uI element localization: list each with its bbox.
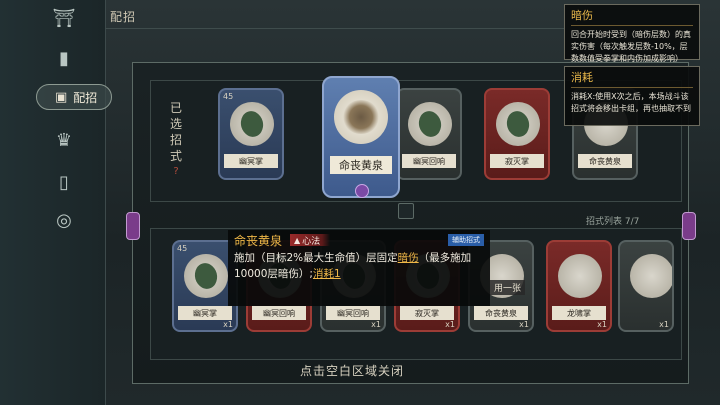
- card-art: [184, 254, 228, 298]
- panel-handle[interactable]: [398, 203, 414, 219]
- chrysanthemum-icon: [342, 100, 380, 134]
- page-title: 配招: [110, 10, 137, 24]
- list-card[interactable]: x1: [618, 240, 674, 332]
- card-art: [230, 102, 274, 146]
- helper-badge: 辅助招式: [448, 234, 484, 246]
- card-name: 命丧黄泉: [474, 306, 528, 320]
- selected-label-char: 式: [169, 149, 182, 163]
- selected-label-char: 已: [169, 101, 182, 115]
- flame-icon: ▲: [294, 235, 301, 245]
- temple-icon[interactable]: ⛩: [52, 6, 76, 30]
- tooltip-body: 回合开始时受到（暗伤层数）的真实伤害（每次触发层数-10%，层数数值受拳掌和内伤…: [571, 30, 691, 63]
- selected-label: 已 选 招 式 ?: [166, 100, 186, 180]
- card-art: [408, 102, 452, 146]
- alert-icon: ?: [173, 166, 179, 177]
- skill-type-badge: ▲ 心法: [290, 234, 331, 247]
- card-name: 幽冥掌: [224, 154, 278, 168]
- selected-label-char: 选: [169, 117, 182, 131]
- card-name: 寂灭掌: [400, 306, 454, 320]
- card-list-count: 招式列表 7/7: [586, 217, 640, 227]
- featured-card[interactable]: 命丧黄泉: [322, 76, 400, 198]
- selected-card[interactable]: 幽冥回响: [396, 88, 462, 180]
- card-name: 寂灭掌: [490, 154, 544, 168]
- gem-icon: [355, 184, 369, 198]
- card-qty: x1: [659, 320, 669, 329]
- card-name: 幽冥掌: [178, 306, 232, 320]
- panel-right-knob: [682, 212, 696, 240]
- card-art: [496, 102, 540, 146]
- close-hint[interactable]: 点击空白区域关闭: [300, 362, 404, 379]
- selected-card[interactable]: 45 幽冥掌: [218, 88, 284, 180]
- skill-name: 命丧黄泉: [234, 234, 283, 248]
- selected-label-char: 招: [169, 133, 182, 147]
- sidebar: ⛩ ▮ ▣ 配招 ♛ ▯ ◎: [0, 0, 112, 405]
- tooltip-consume: 消耗 消耗X:使用X次之后，本场战斗该招式将会移出卡组，再也抽取不到: [564, 66, 700, 126]
- sidebar-item-label: 配招: [73, 90, 98, 105]
- use-once-label[interactable]: 用一张: [490, 280, 526, 295]
- card-name: 命丧黄泉: [578, 154, 632, 168]
- card-qty: x1: [223, 320, 233, 329]
- desc-text: 施加（目标2%最大生命值）层固定: [234, 252, 398, 264]
- coin-icon[interactable]: ◎: [52, 208, 76, 232]
- tooltip-title: 消耗: [571, 69, 693, 88]
- list-card[interactable]: 龙啸掌 x1: [546, 240, 612, 332]
- skill-type-label: 心法: [302, 236, 321, 247]
- card-cost: 45: [177, 244, 188, 253]
- card-icon[interactable]: ▮: [52, 46, 76, 70]
- card-name: 幽冥回响: [252, 306, 306, 320]
- keyword-link[interactable]: 暗伤: [398, 252, 419, 264]
- mask-icon[interactable]: ♛: [52, 128, 76, 152]
- scroll-icon[interactable]: ▯: [52, 170, 76, 194]
- card-name: 龙啸掌: [552, 306, 606, 320]
- card-art: [630, 254, 672, 298]
- card-qty: x1: [445, 320, 455, 329]
- card-description-popup: 命丧黄泉 ▲ 心法 辅助招式 施加（目标2%最大生命值）层固定暗伤（最多施加10…: [228, 230, 490, 306]
- card-name: 幽冥回响: [326, 306, 380, 320]
- card-name: 幽冥回响: [402, 154, 456, 168]
- divider: [105, 28, 565, 29]
- skill-description: 施加（目标2%最大生命值）层固定暗伤（最多施加10000层暗伤）;消耗1: [234, 250, 486, 282]
- card-cost: 45: [223, 92, 234, 101]
- keyword-link[interactable]: 消耗1: [313, 268, 341, 280]
- card-qty: x1: [371, 320, 381, 329]
- tooltip-title: 暗伤: [571, 7, 693, 26]
- selected-card[interactable]: 寂灭掌: [484, 88, 550, 180]
- card-name: 命丧黄泉: [330, 156, 392, 174]
- sidebar-item-deck[interactable]: ▣ 配招: [36, 84, 112, 110]
- card-deck-icon: ▣: [55, 89, 68, 105]
- card-art: [558, 254, 602, 298]
- panel-left-knob: [126, 212, 140, 240]
- tooltip-body: 消耗X:使用X次之后，本场战斗该招式将会移出卡组，再也抽取不到: [571, 92, 691, 113]
- tooltip-dark-wound: 暗伤 回合开始时受到（暗伤层数）的真实伤害（每次触发层数-10%，层数数值受拳掌…: [564, 4, 700, 63]
- card-qty: x1: [519, 320, 529, 329]
- card-qty: x1: [597, 320, 607, 329]
